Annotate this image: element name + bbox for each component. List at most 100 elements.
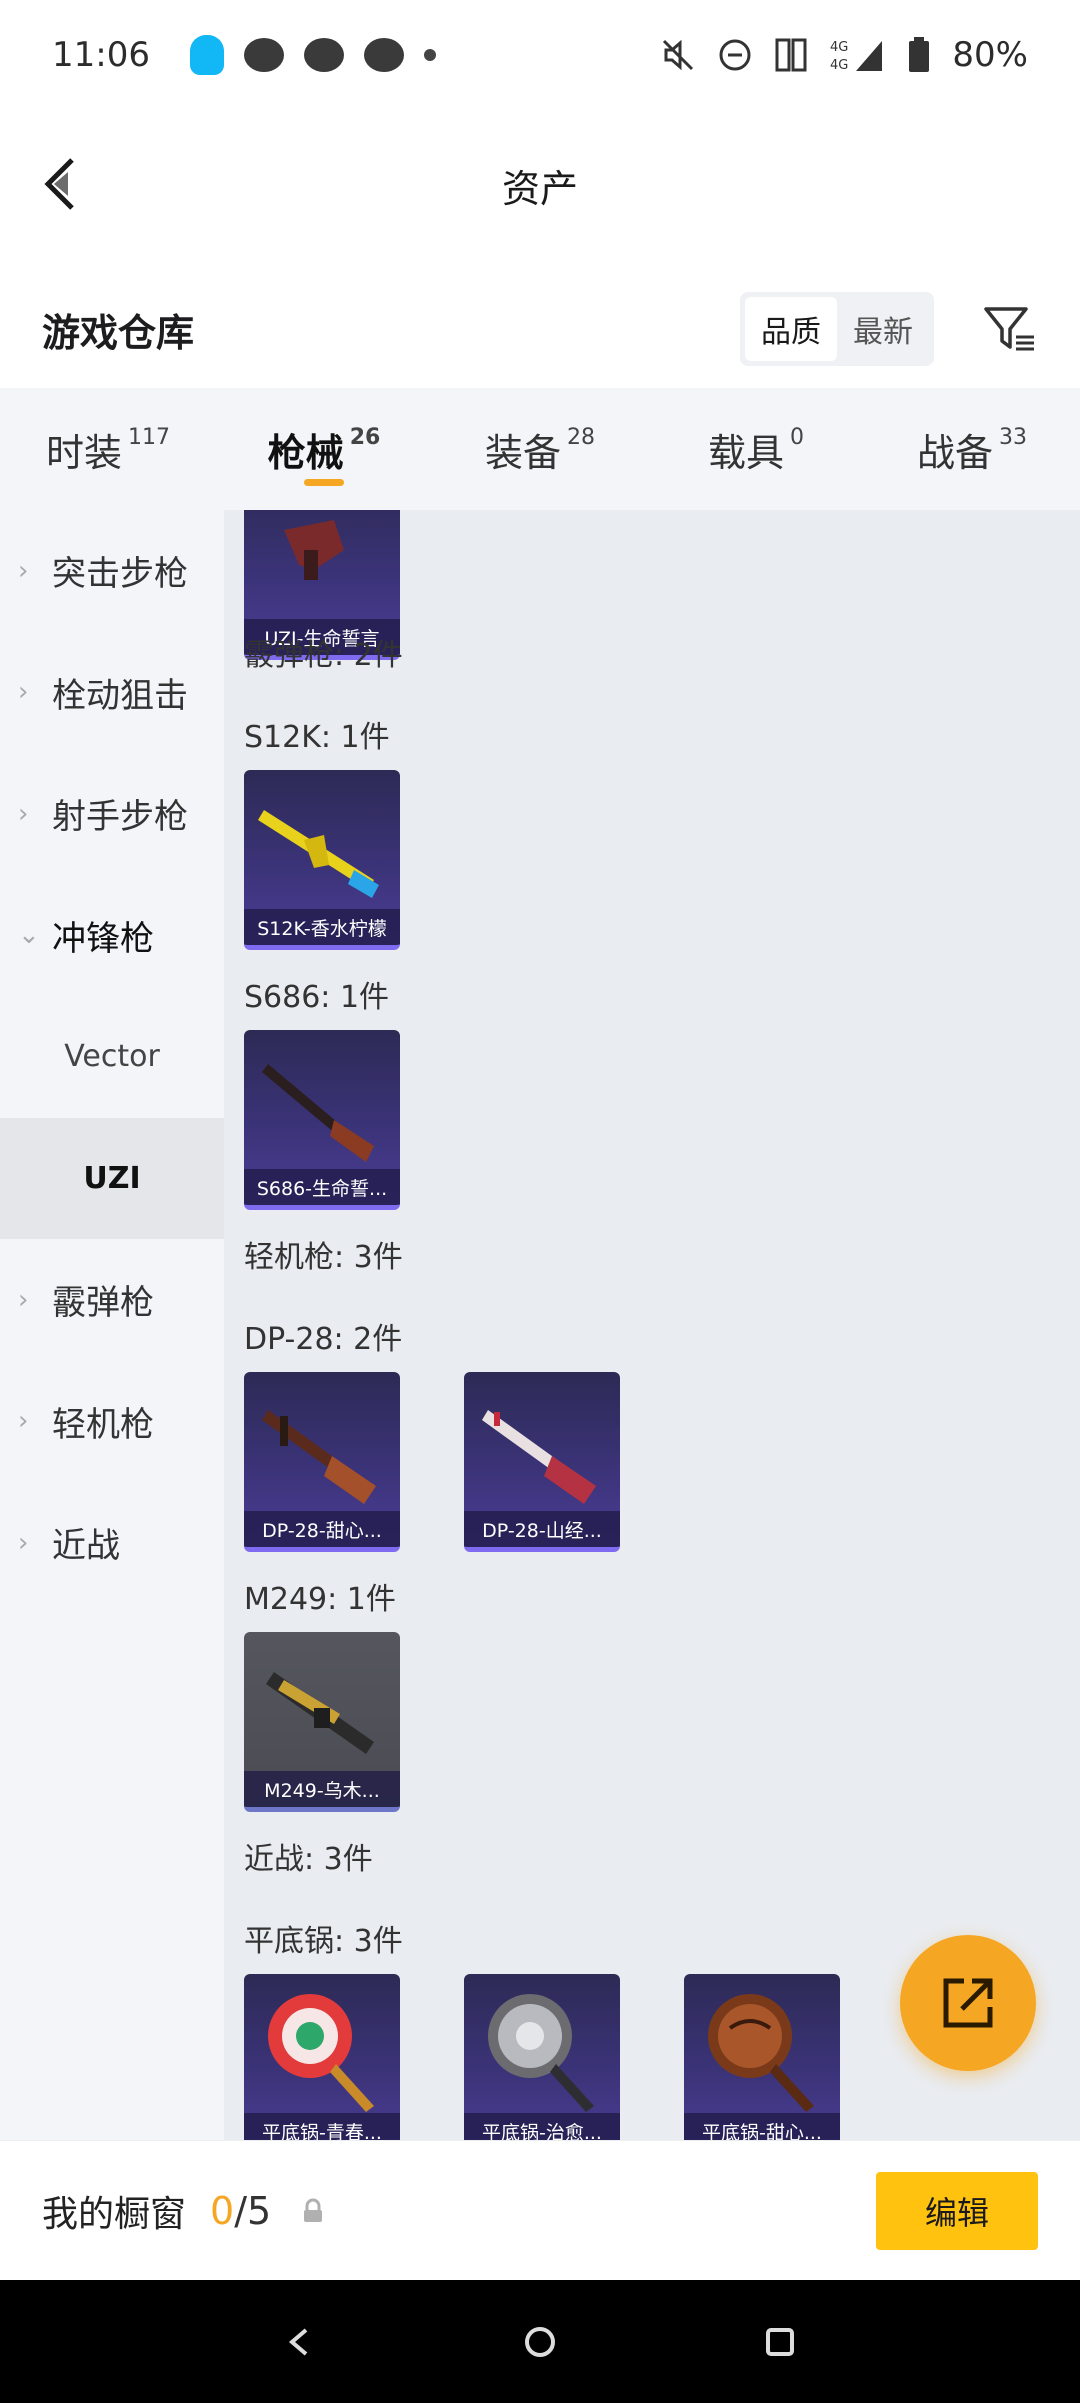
item-card[interactable]: 平底锅-治愈...: [464, 1974, 620, 2140]
nav-home-icon[interactable]: [520, 2322, 560, 2362]
svg-text:4G: 4G: [830, 58, 848, 73]
chevron-down-icon: ⌄: [18, 920, 40, 951]
tab-supplies[interactable]: 战备 33: [864, 388, 1080, 510]
item-name: S686-生命誓...: [244, 1169, 400, 1205]
showcase-total: /5: [234, 2188, 272, 2233]
tab-fashion[interactable]: 时装 117: [0, 388, 216, 510]
nav-recents-icon[interactable]: [760, 2322, 800, 2362]
system-navigation-bar: [0, 2280, 1080, 2403]
tab-label: 装备: [484, 430, 561, 475]
showcase-bar: 我的橱窗 0/5 编辑: [0, 2140, 1080, 2280]
back-icon[interactable]: [34, 148, 84, 218]
sidebar-item-label: 栓动狙击: [52, 675, 188, 716]
wechat-icon: [243, 38, 284, 72]
share-button[interactable]: [900, 1935, 1036, 2071]
sort-newest-button[interactable]: 最新: [837, 297, 929, 361]
nfc-icon: [775, 38, 807, 72]
item-name: DP-28-甜心...: [244, 1511, 400, 1547]
tab-firearms[interactable]: 枪械 26: [216, 388, 432, 510]
item-card[interactable]: S686-生命誓...: [244, 1030, 400, 1210]
pan-skin-image: [268, 1994, 374, 2112]
edit-button[interactable]: 编辑: [876, 2171, 1038, 2250]
wechat-icon: [303, 38, 344, 72]
group-header: 霰弹枪: 2件: [244, 638, 403, 673]
showcase-current: 0: [210, 2188, 235, 2233]
sidebar-item-label: 近战: [52, 1526, 120, 1567]
tab-active-indicator: [304, 479, 344, 486]
sidebar-item-assault-rifle[interactable]: › 突击步枪: [0, 510, 224, 632]
sidebar-item-label: Vector: [64, 1039, 160, 1075]
more-notifications-icon: [423, 49, 436, 61]
warehouse-title: 游戏仓库: [42, 310, 195, 355]
item-card[interactable]: DP-28-甜心...: [244, 1372, 400, 1552]
group-subheader: S686: 1件: [244, 980, 390, 1015]
group-subheader: M249: 1件: [244, 1582, 396, 1617]
tab-count: 28: [567, 424, 595, 450]
notification-icons: [189, 35, 436, 75]
chevron-right-icon: ›: [18, 798, 29, 829]
signal-icon: 4G4G: [830, 40, 883, 73]
item-name: 平底锅-治愈...: [464, 2113, 620, 2140]
system-icons: 4G 4G 80%: [660, 35, 1028, 75]
sidebar-item-marksman-rifle[interactable]: › 射手步枪: [0, 753, 224, 875]
chevron-right-icon: ›: [18, 555, 29, 586]
sidebar-item-shotgun[interactable]: › 霰弹枪: [0, 1239, 224, 1361]
dnd-icon: [719, 39, 751, 71]
tab-equipment[interactable]: 装备 28: [432, 388, 648, 510]
lock-icon: [304, 2198, 323, 2222]
showcase-count: 0/5: [210, 2189, 271, 2233]
item-card[interactable]: DP-28-山经...: [464, 1372, 620, 1552]
chevron-right-icon: ›: [18, 1406, 29, 1437]
battery-icon: [909, 37, 930, 72]
item-name: 平底锅-青春...: [244, 2113, 400, 2140]
group-subheader: 平底锅: 3件: [244, 1924, 403, 1959]
item-name: 平底锅-甜心...: [684, 2113, 840, 2140]
tab-label: 载具: [707, 430, 784, 475]
sidebar-item-melee[interactable]: › 近战: [0, 1482, 224, 1604]
sort-toggle: 品质 最新: [740, 292, 934, 366]
dp28-skin-image: [482, 1410, 596, 1504]
item-card[interactable]: 平底锅-甜心...: [684, 1974, 840, 2140]
sidebar-item-label: 突击步枪: [52, 554, 188, 595]
pan-skin-image: [708, 1994, 814, 2112]
tab-label: 枪械: [267, 430, 344, 475]
sort-quality-button[interactable]: 品质: [745, 297, 837, 361]
tab-label: 时装: [45, 430, 122, 475]
chevron-right-icon: ›: [18, 1527, 29, 1558]
uzi-skin-image: [284, 520, 344, 580]
group-header: 轻机枪: 3件: [244, 1240, 403, 1275]
weapon-category-sidebar: › 突击步枪 › 栓动狙击 › 射手步枪 ⌄ 冲锋枪 Vector UZI › 霰弹枪 ›…: [0, 510, 224, 2140]
tab-count: 0: [790, 424, 804, 450]
group-header: 近战: 3件: [244, 1842, 373, 1877]
sidebar-item-smg[interactable]: ⌄ 冲锋枪: [0, 875, 224, 997]
mute-icon: [663, 39, 694, 71]
sidebar-item-label: UZI: [83, 1160, 141, 1196]
sidebar-subitem-uzi[interactable]: UZI: [0, 1117, 224, 1239]
filter-icon[interactable]: [982, 301, 1038, 357]
item-card[interactable]: M249-乌木...: [244, 1632, 400, 1812]
m249-skin-image: [266, 1672, 374, 1754]
chevron-right-icon: ›: [18, 1284, 29, 1315]
sidebar-item-label: 霰弹枪: [52, 1283, 154, 1324]
category-tabs: 时装 117 枪械 26 装备 28 载具 0 战备 33: [0, 388, 1080, 510]
warehouse-header: 游戏仓库 品质 最新: [0, 270, 1080, 388]
page-title: 资产: [501, 166, 578, 211]
sidebar-item-label: 射手步枪: [52, 797, 188, 838]
tab-count: 33: [999, 424, 1027, 450]
status-bar: 11:06 4G 4G 80%: [0, 0, 1080, 110]
sidebar-item-lmg[interactable]: › 轻机枪: [0, 1361, 224, 1483]
item-card[interactable]: S12K-香水柠檬: [244, 770, 400, 950]
sidebar-item-label: 冲锋枪: [52, 918, 154, 959]
nav-back-icon[interactable]: [280, 2322, 320, 2362]
item-name: DP-28-山经...: [464, 1511, 620, 1547]
svg-text:4G: 4G: [830, 40, 848, 55]
group-subheader: DP-28: 2件: [244, 1322, 403, 1357]
wechat-icon: [363, 38, 404, 72]
sidebar-subitem-vector[interactable]: Vector: [0, 996, 224, 1118]
showcase-label: 我的橱窗: [42, 2193, 187, 2235]
item-card[interactable]: 平底锅-青春...: [244, 1974, 400, 2140]
share-icon: [943, 1978, 993, 2028]
sidebar-item-bolt-sniper[interactable]: › 栓动狙击: [0, 632, 224, 754]
pan-skin-image: [488, 1994, 594, 2112]
tab-vehicles[interactable]: 载具 0: [648, 388, 864, 510]
